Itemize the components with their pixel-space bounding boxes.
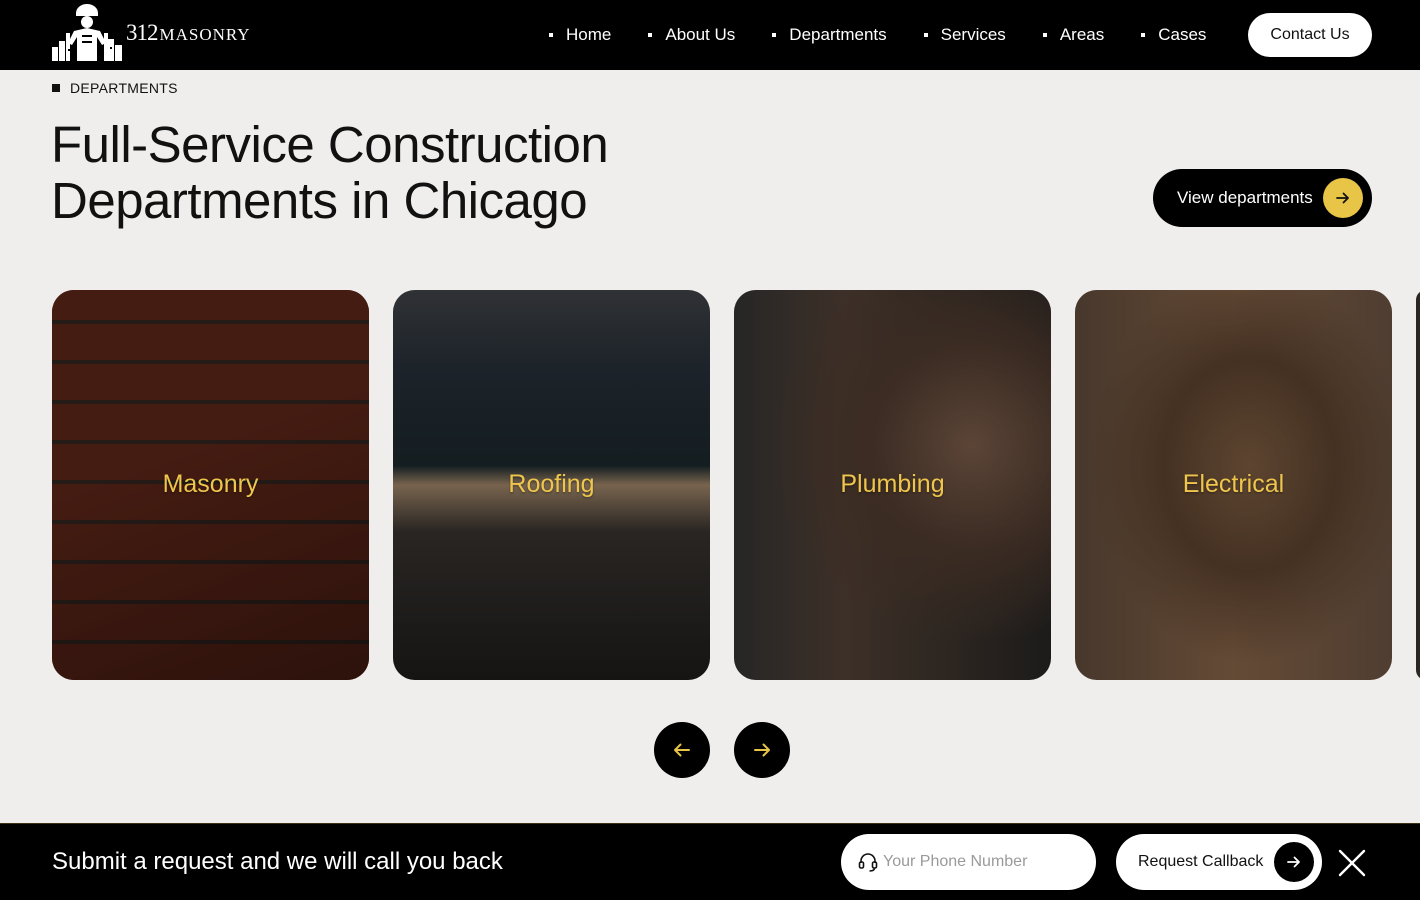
card-label: Masonry xyxy=(162,470,259,498)
close-callback-bar-button[interactable] xyxy=(1336,847,1368,879)
logo-number: 312 xyxy=(126,20,158,45)
card-label: Roofing xyxy=(508,470,595,498)
close-icon xyxy=(1338,849,1366,877)
callback-bar: Submit a request and we will call you ba… xyxy=(0,823,1420,900)
eyebrow-label: DEPARTMENTS xyxy=(70,80,178,96)
nav-bullet xyxy=(1141,33,1146,37)
carousel-prev-button[interactable] xyxy=(654,722,710,778)
department-card-electrical[interactable]: Electrical xyxy=(1075,290,1392,680)
contact-us-button[interactable]: Contact Us xyxy=(1248,13,1372,57)
nav-bullet xyxy=(1042,33,1047,37)
department-card-masonry[interactable]: Masonry xyxy=(52,290,369,680)
request-callback-button[interactable]: Request Callback xyxy=(1116,834,1322,890)
callback-prompt: Submit a request and we will call you ba… xyxy=(52,848,503,875)
logo-text: 312 MASONRY xyxy=(126,20,251,46)
arrow-right-icon xyxy=(1323,178,1363,218)
nav-bullet xyxy=(549,33,553,37)
card-label: Plumbing xyxy=(840,470,945,498)
worker-skyline-logo-icon xyxy=(52,4,122,61)
arrow-right-icon xyxy=(1274,842,1314,882)
headline-line-2: Departments in Chicago xyxy=(51,172,588,229)
main-nav: Home About Us Departments Services Areas… xyxy=(549,24,1243,46)
nav-bullet xyxy=(923,33,928,37)
eyebrow-square-icon xyxy=(52,84,60,92)
section-eyebrow: DEPARTMENTS xyxy=(52,80,178,96)
logo[interactable]: 312 MASONRY xyxy=(52,3,251,61)
nav-item-areas[interactable]: Areas xyxy=(1042,24,1105,46)
phone-number-input[interactable] xyxy=(883,853,1083,871)
headline-line-1: Full-Service Construction xyxy=(51,116,609,173)
nav-item-home[interactable]: Home xyxy=(549,24,611,46)
nav-label: Home xyxy=(566,25,612,44)
nav-label: Cases xyxy=(1158,25,1207,44)
request-callback-label: Request Callback xyxy=(1138,853,1264,870)
headset-icon xyxy=(858,853,878,872)
nav-item-about-us[interactable]: About Us xyxy=(648,24,735,46)
arrow-right-icon xyxy=(754,743,770,757)
nav-label: Services xyxy=(940,25,1006,44)
view-departments-button[interactable]: View departments xyxy=(1153,169,1372,227)
section-headline: Full-Service Construction Departments in… xyxy=(51,117,691,229)
nav-item-cases[interactable]: Cases xyxy=(1141,24,1206,46)
nav-item-services[interactable]: Services xyxy=(923,24,1006,46)
arrow-left-icon xyxy=(674,743,690,757)
department-card-next-peek[interactable] xyxy=(1416,290,1420,680)
nav-label: Departments xyxy=(789,25,887,44)
logo-word: MASONRY xyxy=(159,25,251,44)
nav-label: About Us xyxy=(665,25,736,44)
department-card-plumbing[interactable]: Plumbing xyxy=(734,290,1051,680)
nav-item-departments[interactable]: Departments xyxy=(772,24,887,46)
nav-bullet xyxy=(648,33,653,37)
nav-label: Areas xyxy=(1059,25,1105,44)
department-card-roofing[interactable]: Roofing xyxy=(393,290,710,680)
phone-field[interactable] xyxy=(841,834,1096,890)
nav-bullet xyxy=(772,33,777,37)
site-header: 312 MASONRY Home About Us Departments Ser… xyxy=(0,0,1420,70)
view-departments-label: View departments xyxy=(1177,188,1313,207)
card-label: Electrical xyxy=(1182,470,1285,498)
carousel-next-button[interactable] xyxy=(734,722,790,778)
